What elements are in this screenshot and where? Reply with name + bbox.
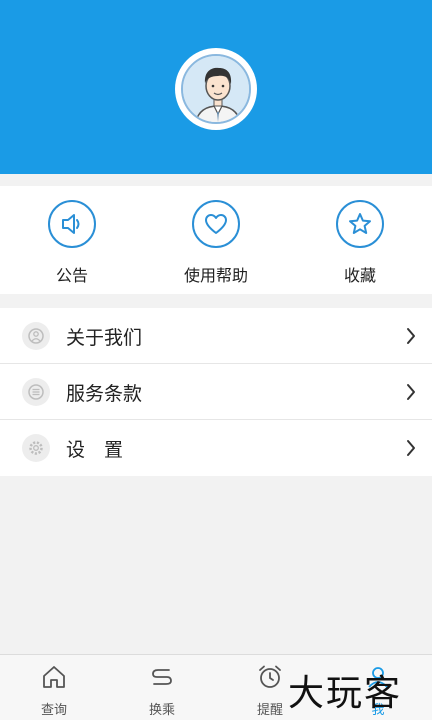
avatar[interactable]: [175, 48, 257, 130]
menu-item-terms[interactable]: 服务条款: [0, 364, 432, 420]
tab-transfer[interactable]: 换乘: [108, 655, 216, 720]
menu-item-about[interactable]: 关于我们: [0, 308, 432, 364]
tab-label: 换乘: [148, 703, 175, 718]
document-list-icon: [22, 378, 50, 406]
heart-icon: [192, 200, 240, 248]
watermark-logo: 大玩客: [288, 673, 403, 714]
speaker-icon: [48, 200, 96, 248]
menu-item-label: 服务条款: [66, 383, 143, 405]
help-button[interactable]: 使用帮助: [144, 186, 288, 294]
menu-item-label: 设 置: [66, 439, 124, 461]
chevron-right-icon: [407, 328, 415, 344]
menu-item-label: 关于我们: [66, 327, 143, 349]
about-icon: [22, 322, 50, 350]
star-icon: [336, 200, 384, 248]
announcement-button[interactable]: 公告: [0, 186, 144, 294]
menu-item-settings[interactable]: 设 置: [0, 420, 432, 476]
tab-label: 查询: [40, 703, 67, 718]
favorites-button[interactable]: 收藏: [288, 186, 432, 294]
settings-menu: 关于我们 服务条款 设 置: [0, 308, 432, 476]
transfer-icon: [152, 669, 172, 685]
profile-header: [0, 0, 432, 174]
gear-icon: [22, 434, 50, 462]
help-label: 使用帮助: [183, 266, 248, 285]
tab-query[interactable]: 查询: [0, 655, 108, 720]
home-icon: [43, 666, 65, 688]
announcement-label: 公告: [55, 266, 88, 285]
chevron-right-icon: [407, 440, 415, 456]
favorites-label: 收藏: [343, 266, 376, 285]
user-avatar-icon: [181, 54, 251, 124]
quick-actions: 公告 使用帮助 收藏: [0, 186, 432, 294]
alarm-clock-icon: [259, 665, 281, 688]
chevron-right-icon: [407, 384, 415, 400]
